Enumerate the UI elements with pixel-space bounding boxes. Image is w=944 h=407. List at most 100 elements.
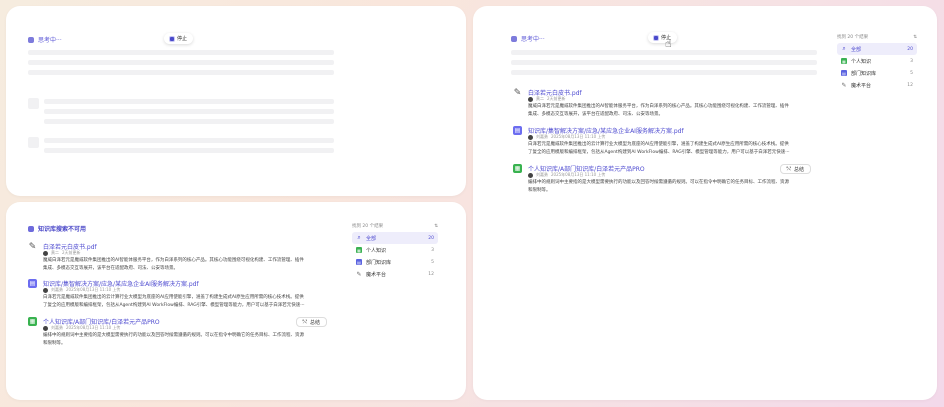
- result-snippet: 白泽若元是魔威软件集团推出的云计算行业大模型为底座的AI应用使能引擎，涵盖了构建…: [528, 141, 790, 156]
- filter-count-label: 找到 20 个结果: [837, 35, 869, 40]
- result-time: 2天前更新: [547, 96, 566, 101]
- result-meta: 刘嘉勇 2025年08月13日 11:10 上传: [43, 325, 120, 331]
- snippet-line: 和限制等。: [43, 340, 66, 346]
- filter-label: 个人知识: [366, 247, 387, 254]
- result-time: 2025年08月13日 11:10 上传: [66, 325, 121, 330]
- result-author: 刘嘉勇: [536, 172, 548, 177]
- filter-count-label: 找到 20 个结果: [352, 224, 384, 229]
- platform-icon: ✎: [356, 270, 362, 278]
- thinking-label: 思考中···: [521, 36, 545, 43]
- summary-label: 总结: [310, 319, 321, 326]
- kb-icon: ▤: [841, 70, 847, 76]
- avatar: [43, 250, 48, 256]
- snippet-line: 魔威白泽若元是魔威软件集团推出的AI智能体服务平台，作为白泽系列的核心产品。其核…: [43, 258, 304, 263]
- skeleton-line: [511, 50, 817, 55]
- filter-sidebar: 找到 20 个结果 ⇅ ⌕ 全部 20 ▦ 个人知识 3 ▤ 部门知识库 5 ✎ 魔术平…: [837, 31, 917, 91]
- result-snippet: 白泽若元是魔威软件集团推出的云计算行业大模型为底座的AI应用使能引擎，涵盖了构建…: [43, 294, 305, 309]
- snippet-line: 魔威白泽若元是魔威软件集团推出的AI智能体服务平台，作为白泽系列的核心产品。其核…: [528, 104, 789, 109]
- status-icon: [28, 225, 34, 232]
- result-author: 刘嘉勇: [51, 325, 63, 330]
- summary-label: 总结: [794, 166, 805, 173]
- result-time: 2025年08月13日 11:10 上传: [551, 172, 606, 177]
- skeleton-icon: [28, 98, 39, 109]
- skeleton-line: [28, 60, 334, 65]
- filter-item-platform[interactable]: ✎ 魔术平台 12: [352, 268, 438, 280]
- sort-icon[interactable]: ⇅: [913, 35, 917, 40]
- result-author: 黄二: [536, 96, 544, 101]
- thinking-icon: [28, 36, 34, 43]
- thinking-panel: 思考中··· 停止: [6, 6, 466, 196]
- filter-label: 部门知识库: [851, 70, 877, 77]
- filter-label: 魔术平台: [366, 271, 387, 278]
- result-item[interactable]: ▤ 知识库/集智解决方案/应急/某应急企业AI服务解决方案.pdf 刘嘉勇 20…: [513, 126, 818, 160]
- result-item[interactable]: ✎ 白泽若元白皮书.pdf 黄二 2天前更新 魔威白泽若元是魔威软件集团推出的A…: [513, 88, 818, 122]
- filter-label: 部门知识库: [366, 259, 392, 266]
- summary-button[interactable]: ⤲ 总结: [780, 164, 812, 174]
- filter-item-department[interactable]: ▤ 部门知识库 5: [837, 67, 917, 79]
- result-author: 黄二: [51, 250, 59, 255]
- stop-button[interactable]: 停止: [164, 33, 194, 44]
- result-item[interactable]: ▤ 知识库/集智解决方案/应急/某应急企业AI服务解决方案.pdf 刘嘉勇 20…: [28, 279, 343, 313]
- thinking-indicator: 思考中···: [511, 34, 545, 43]
- stop-button[interactable]: 停止: [648, 32, 678, 43]
- result-meta: 刘嘉勇 2025年08月13日 11:10 上传: [43, 287, 120, 293]
- snippet-line: 了复全的应用模版和编排框架，包括从Agent构建到AI WorkFlow编排、R…: [43, 302, 305, 308]
- knowledge-base-icon: ▤: [513, 126, 522, 135]
- result-snippet: 编排中的规则词中主要指的是大模型需要执行的功能以及回答时候需遵循的规则。可以在指…: [43, 332, 304, 347]
- filter-count: 5: [431, 259, 434, 265]
- status-label: 知识库搜索不可用: [38, 226, 87, 233]
- filter-count: 3: [431, 247, 434, 253]
- result-meta: 刘嘉勇 2025年08月13日 11:10 上传: [528, 172, 605, 178]
- filter-item-all[interactable]: ⌕ 全部 20: [837, 43, 917, 55]
- thinking-icon: [511, 35, 517, 42]
- result-time: 2025年08月13日 11:10 上传: [551, 134, 606, 139]
- summary-icon: ⤲: [303, 319, 308, 325]
- filter-item-platform[interactable]: ✎ 魔术平台 12: [837, 79, 917, 91]
- filter-count: 12: [907, 82, 913, 88]
- platform-icon: ✎: [841, 81, 847, 89]
- result-snippet: 魔威白泽若元是魔威软件集团推出的AI智能体服务平台，作为白泽系列的核心产品。其核…: [43, 257, 304, 272]
- hand-cursor-icon: ☝: [665, 37, 672, 50]
- result-item[interactable]: ✎ 白泽若元白皮书.pdf 黄二 2天前更新 魔威白泽若元是魔威软件集团推出的A…: [28, 242, 343, 276]
- result-snippet: 编排中的规则词中主要指的是大模型需要执行的功能以及回答时候需遵循的规则。可以在指…: [528, 179, 789, 194]
- filter-item-personal[interactable]: ▦ 个人知识 3: [837, 55, 917, 67]
- search-icon: ⌕: [842, 45, 846, 52]
- filter-count: 12: [428, 271, 434, 277]
- skeleton-icon: [28, 137, 39, 148]
- knowledge-base-icon: ▤: [28, 279, 37, 288]
- avatar: [43, 325, 48, 331]
- filter-label: 全部: [851, 46, 862, 53]
- filter-sidebar: 找到 20 个结果 ⇅ ⌕ 全部 20 ▦ 个人知识 3 ▤ 部门知识库 5 ✎ 魔术平…: [352, 220, 438, 280]
- result-meta: 黄二 2天前更新: [528, 96, 566, 102]
- search-status: 知识库搜索不可用: [28, 224, 86, 233]
- snippet-line: 白泽若元是魔威软件集团推出的云计算行业大模型为底座的AI应用使能引擎，涵盖了构建…: [43, 295, 304, 300]
- avatar: [528, 96, 533, 102]
- result-author: 刘嘉勇: [536, 134, 548, 139]
- snippet-line: 白泽若元是魔威软件集团推出的云计算行业大模型为底座的AI应用使能引擎，涵盖了构建…: [528, 142, 789, 147]
- results-panel-unavailable: 知识库搜索不可用 ✎ 白泽若元白皮书.pdf 黄二 2天前更新 魔威白泽若元是魔…: [6, 202, 466, 400]
- snippet-line: 编排中的规则词中主要指的是大模型需要执行的功能以及回答时候需遵循的规则。可以在指…: [43, 333, 304, 338]
- thinking-results-panel: 思考中··· 停止 ☝ ✎ 白泽若元白皮书.pdf 黄二 2天前更新 魔威白泽若…: [473, 6, 937, 400]
- kb-icon: ▤: [356, 259, 362, 265]
- sheet-icon: ▦: [28, 317, 37, 326]
- snippet-line: 集成、多模态交互等展开，该平台在适配政府、司法、公安等场景。: [43, 265, 178, 271]
- result-time: 2天前更新: [62, 250, 81, 255]
- skeleton-line: [44, 109, 334, 114]
- result-meta: 刘嘉勇 2025年08月13日 11:10 上传: [528, 134, 605, 140]
- result-author: 刘嘉勇: [51, 287, 63, 292]
- filter-header: 找到 20 个结果 ⇅: [837, 31, 917, 43]
- result-meta: 黄二 2天前更新: [43, 250, 81, 256]
- filter-item-personal[interactable]: ▦ 个人知识 3: [352, 244, 438, 256]
- filter-label: 个人知识: [851, 58, 872, 65]
- sort-icon[interactable]: ⇅: [434, 224, 438, 229]
- summary-button[interactable]: ⤲ 总结: [296, 317, 328, 327]
- thinking-indicator: 思考中···: [28, 35, 62, 44]
- stop-icon: [170, 36, 174, 41]
- filter-label: 魔术平台: [851, 82, 872, 89]
- filter-item-department[interactable]: ▤ 部门知识库 5: [352, 256, 438, 268]
- filter-item-all[interactable]: ⌕ 全部 20: [352, 232, 438, 244]
- filter-count: 20: [907, 46, 913, 52]
- filter-label: 全部: [366, 235, 377, 242]
- result-item[interactable]: ▦ 个人知识库/A部门知识库/白泽若元产品PRO 刘嘉勇 2025年08月13日…: [513, 164, 818, 198]
- avatar: [528, 134, 533, 140]
